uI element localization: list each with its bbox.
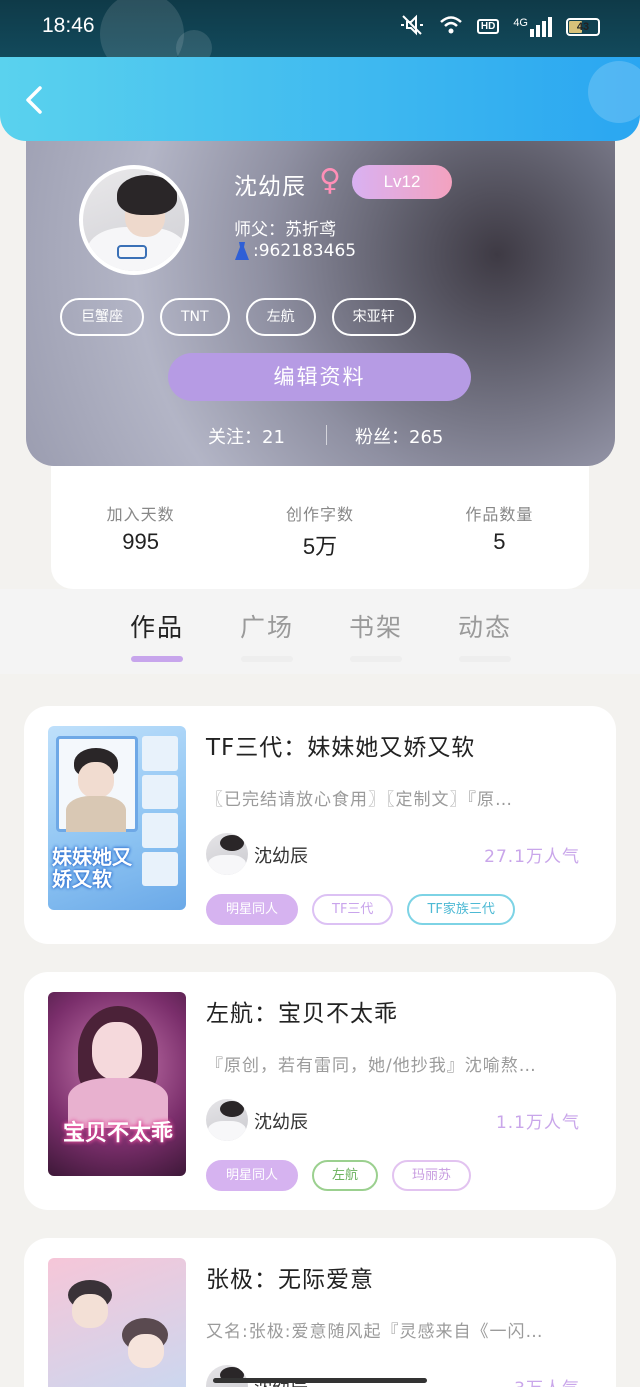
qq-info: :962183465 — [234, 241, 356, 261]
work-title[interactable]: 左航：宝贝不太乖 — [206, 994, 398, 1028]
home-indicator[interactable] — [213, 1378, 427, 1383]
work-cover[interactable] — [48, 1258, 186, 1387]
work-card[interactable]: 张极：无际爱意 又名:张极:爱意随风起『灵感来自《一闪… 沈幼辰 3万人气 — [24, 1238, 616, 1387]
work-title[interactable]: 张极：无际爱意 — [206, 1260, 374, 1294]
profile-card: 沈幼辰 ♀ Lv12 师父：苏折鸢 :962183465 巨蟹座 TNT 左航 … — [26, 141, 615, 466]
work-author[interactable]: 沈幼辰 — [254, 842, 308, 868]
stat-works-count: 作品数量 5 — [465, 505, 534, 554]
work-description: 『原创，若有雷同，她/他抄我』沈喻熬… — [206, 1056, 537, 1076]
work-tag[interactable]: TF三代 — [312, 894, 394, 925]
following-count[interactable]: 关注：21 — [208, 423, 285, 449]
hd-icon: HD — [476, 19, 500, 34]
work-description: 又名:张极:爱意随风起『灵感来自《一闪… — [206, 1322, 544, 1342]
author-avatar[interactable] — [206, 1099, 248, 1141]
status-time: 18:46 — [42, 14, 95, 37]
back-arrow-icon[interactable] — [22, 85, 50, 115]
profile-tags: 巨蟹座 TNT 左航 宋亚轩 — [60, 298, 416, 336]
profile-tag[interactable]: 左航 — [245, 298, 316, 336]
work-tags: 明星同人 TF三代 TF家族三代 — [206, 894, 515, 925]
signal-icon: 4G — [513, 16, 552, 37]
avatar[interactable] — [79, 165, 189, 275]
cover-title: 宝贝不太乖 — [62, 1121, 173, 1146]
work-popularity: 3万人气 — [514, 1374, 580, 1387]
female-icon: ♀ — [319, 163, 341, 198]
tab-bar: 作品 广场 书架 动态 — [0, 589, 640, 674]
qq-number: :962183465 — [253, 241, 357, 261]
stat-join-days: 加入天数 995 — [106, 505, 175, 554]
tab-moments[interactable]: 动态 — [458, 608, 512, 662]
profile-name: 沈幼辰 — [234, 174, 306, 200]
work-title[interactable]: TF三代：妹妹她又娇又软 — [206, 728, 475, 762]
work-cover[interactable]: 宝贝不太乖 — [48, 992, 186, 1176]
work-tag[interactable]: 明星同人 — [206, 1160, 299, 1191]
work-popularity: 1.1万人气 — [495, 1113, 580, 1133]
status-bar: 18:46 HD 4G 43 — [0, 0, 640, 76]
work-cover[interactable]: 妹妹她又娇又软 — [48, 726, 186, 910]
work-tag[interactable]: 明星同人 — [206, 894, 299, 925]
work-card[interactable]: 宝贝不太乖 左航：宝贝不太乖 『原创，若有雷同，她/他抄我』沈喻熬… 沈幼辰 1… — [24, 972, 616, 1210]
cover-title: 妹妹她又娇又软 — [52, 845, 132, 891]
battery-icon: 43 — [566, 17, 600, 36]
profile-tag[interactable]: TNT — [160, 298, 230, 336]
profile-tag[interactable]: 巨蟹座 — [60, 298, 144, 336]
divider — [326, 425, 327, 445]
tab-square[interactable]: 广场 — [240, 608, 294, 662]
author-avatar[interactable] — [206, 1365, 248, 1387]
work-tag[interactable]: 玛丽苏 — [392, 1160, 472, 1191]
stat-word-count: 创作字数 5万 — [285, 505, 354, 559]
work-author[interactable]: 沈幼辰 — [254, 1108, 308, 1134]
profile-tag[interactable]: 宋亚轩 — [331, 298, 416, 336]
work-tag[interactable]: 左航 — [312, 1160, 379, 1191]
level-badge: Lv12 — [352, 165, 452, 199]
master-label: 师父：苏折鸢 — [234, 220, 336, 240]
fans-count[interactable]: 粉丝：265 — [355, 423, 443, 449]
dress-icon — [234, 241, 250, 261]
tab-bookshelf[interactable]: 书架 — [349, 608, 403, 662]
work-tag[interactable]: TF家族三代 — [407, 894, 515, 925]
work-card[interactable]: 妹妹她又娇又软 TF三代：妹妹她又娇又软 〖已完结请放心食用〗〖定制文〗『原… … — [24, 706, 616, 944]
stats-panel: 加入天数 995 创作字数 5万 作品数量 5 — [51, 466, 589, 589]
wifi-icon — [439, 15, 463, 38]
author-avatar[interactable] — [206, 833, 248, 875]
work-description: 〖已完结请放心食用〗〖定制文〗『原… — [206, 790, 513, 810]
work-tags: 明星同人 左航 玛丽苏 — [206, 1160, 472, 1191]
edit-profile-button[interactable]: 编辑资料 — [168, 353, 471, 401]
mute-icon — [399, 14, 425, 39]
header-bar — [0, 57, 640, 141]
tab-works[interactable]: 作品 — [130, 608, 184, 662]
work-popularity: 27.1万人气 — [484, 847, 580, 867]
